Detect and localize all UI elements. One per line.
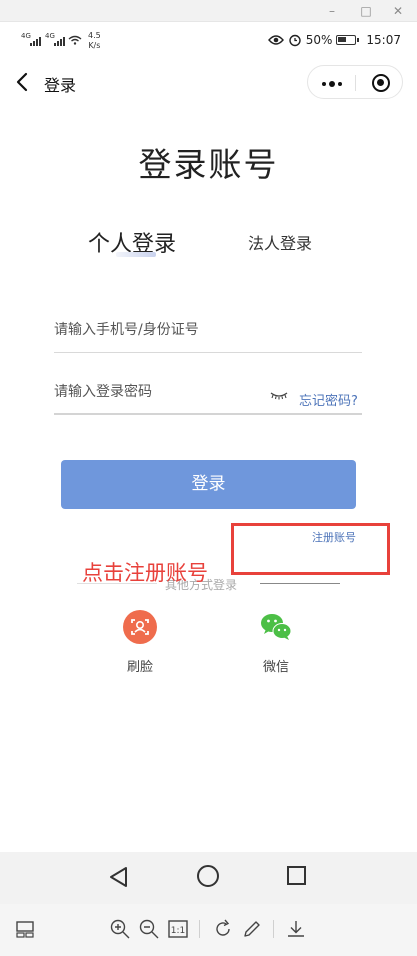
- signal-icon: [30, 36, 41, 46]
- battery-percent: 50%: [305, 33, 333, 47]
- maximize-button[interactable]: □: [356, 3, 376, 19]
- nav-title: 登录: [44, 76, 77, 95]
- face-scan-icon: [123, 610, 157, 644]
- login-button[interactable]: 登录: [61, 460, 356, 509]
- toolbar-separator: [199, 920, 200, 938]
- thumbnail-view-icon[interactable]: [14, 918, 36, 940]
- wechat-login-option[interactable]: 微信: [246, 610, 306, 675]
- close-window-button[interactable]: ✕: [388, 3, 408, 19]
- svg-text:1:1: 1:1: [171, 926, 185, 936]
- wechat-login-label: 微信: [262, 660, 289, 675]
- minimize-button[interactable]: –: [322, 3, 342, 19]
- face-login-label: 刷脸: [126, 660, 153, 675]
- capsule-divider: [355, 75, 356, 91]
- annotation-highlight-box: [231, 523, 390, 575]
- speed-value: 4.5: [88, 31, 101, 40]
- zoom-in-icon[interactable]: [109, 918, 131, 940]
- viewer-toolbar: 1:1: [0, 904, 417, 956]
- rotate-icon[interactable]: [212, 918, 234, 940]
- eye-comfort-icon: [267, 35, 284, 45]
- status-right: 50% 15:07: [267, 33, 401, 47]
- signal-icon-2: [54, 36, 65, 46]
- password-input[interactable]: [54, 380, 254, 400]
- battery-icon: [336, 35, 360, 45]
- network-speed: 4.5 K/s: [88, 31, 101, 51]
- mini-program-capsule: [307, 65, 403, 99]
- clock: 15:07: [366, 33, 401, 47]
- page-title: 登录账号: [138, 145, 279, 184]
- phone-id-input[interactable]: [54, 318, 362, 338]
- system-back-icon[interactable]: [108, 866, 130, 888]
- divider-right: [260, 583, 340, 584]
- password-field: 忘记密码?: [54, 380, 362, 415]
- system-home-icon[interactable]: [197, 865, 219, 887]
- annotation-text: 点击注册账号: [82, 561, 208, 585]
- zoom-out-icon[interactable]: [138, 918, 160, 940]
- register-account-link[interactable]: 注册账号: [312, 529, 356, 545]
- system-recents-icon[interactable]: [287, 866, 306, 885]
- speed-unit: K/s: [88, 41, 101, 50]
- system-nav-bar: [0, 852, 417, 904]
- wifi-icon: [68, 35, 82, 45]
- more-menu-icon[interactable]: [322, 81, 342, 87]
- close-mini-program-icon[interactable]: [372, 74, 390, 92]
- edit-pencil-icon[interactable]: [241, 918, 263, 940]
- actual-size-icon[interactable]: 1:1: [167, 918, 189, 940]
- face-login-option[interactable]: 刷脸: [110, 610, 170, 675]
- back-arrow-icon[interactable]: [12, 70, 34, 94]
- window-titlebar: – □ ✕: [0, 0, 417, 22]
- hidden-eye-icon[interactable]: [270, 390, 288, 400]
- status-bar: 4G 4G 4.5 K/s 50% 15:07: [0, 22, 417, 60]
- alarm-icon: [289, 34, 301, 47]
- download-icon[interactable]: [285, 918, 307, 940]
- phone-id-field: [54, 318, 362, 353]
- active-tab-indicator: [116, 252, 156, 257]
- wechat-icon: [261, 614, 292, 640]
- nav-bar: 登录: [0, 60, 417, 106]
- tab-corporate-login[interactable]: 法人登录: [248, 230, 312, 254]
- forgot-password-link[interactable]: 忘记密码?: [299, 390, 358, 409]
- toolbar-separator-2: [273, 920, 274, 938]
